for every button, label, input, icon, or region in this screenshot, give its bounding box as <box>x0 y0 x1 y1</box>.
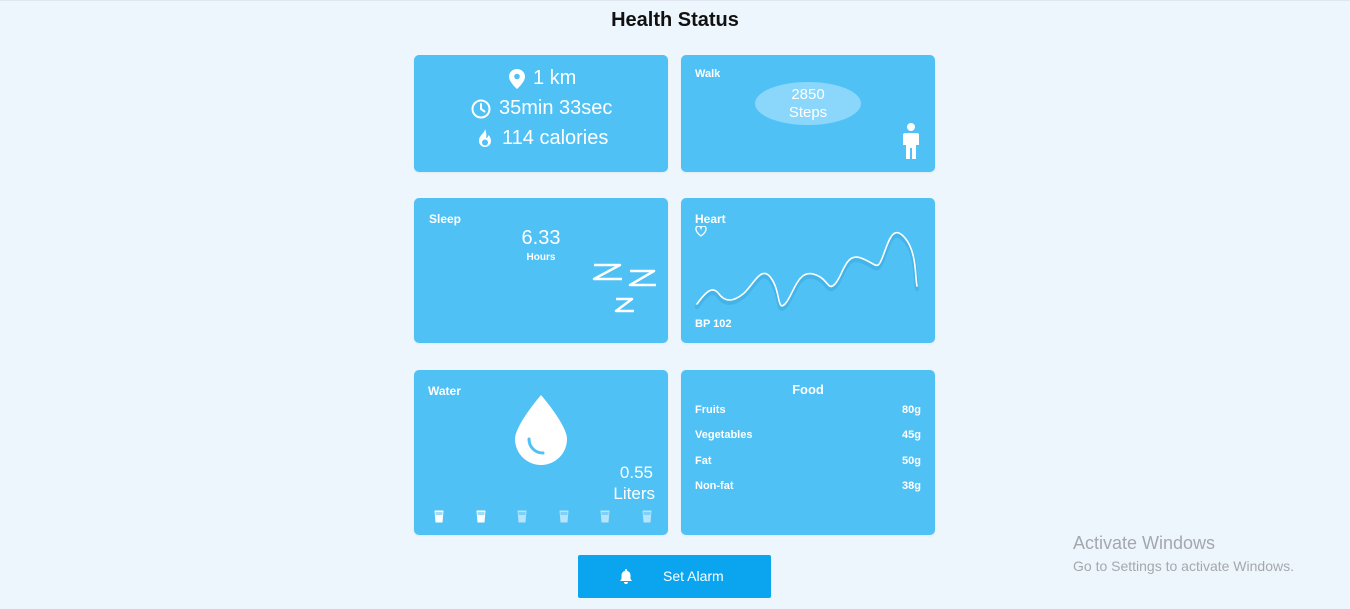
food-title: Food <box>792 382 824 397</box>
calories-row: 114 calories <box>476 127 608 150</box>
set-alarm-button[interactable]: Set Alarm <box>578 555 771 598</box>
water-label: Water <box>428 384 461 398</box>
sleep-value: 6.33 <box>521 227 561 249</box>
steps-unit: Steps <box>788 103 828 121</box>
bp-value: BP 102 <box>695 318 732 330</box>
glass-icon <box>517 510 527 523</box>
food-row: Non-fat 38g <box>695 480 921 492</box>
food-name: Vegetables <box>695 429 753 441</box>
walk-label: Walk <box>695 68 721 80</box>
calories-value: 114 calories <box>502 127 609 149</box>
water-unit: Liters <box>613 484 655 503</box>
food-card: Food Fruits 80g Vegetables 45g Fat 50g N… <box>681 370 935 535</box>
food-row: Vegetables 45g <box>695 429 921 441</box>
food-amount: 38g <box>902 480 921 492</box>
set-alarm-label: Set Alarm <box>663 568 724 584</box>
water-card: Water 0.55 Liters <box>414 370 668 535</box>
food-name: Non-fat <box>695 480 734 492</box>
page-title: Health Status <box>611 9 739 31</box>
distance-value: 1 km <box>533 67 577 89</box>
food-amount: 50g <box>902 455 921 467</box>
food-row: Fat 50g <box>695 455 921 467</box>
duration-row: 35min 33sec <box>471 97 612 120</box>
glass-icon <box>434 510 444 523</box>
sleep-zzz-icon <box>592 263 656 313</box>
walk-card: Walk 2850 Steps <box>681 55 935 172</box>
person-icon <box>903 123 919 159</box>
steps-value: 2850 <box>791 85 825 103</box>
glass-icon <box>476 510 485 523</box>
glass-icon <box>642 510 651 523</box>
water-glasses <box>414 510 668 524</box>
food-row: Fruits 80g <box>695 404 921 416</box>
sleep-label: Sleep <box>429 212 462 226</box>
food-amount: 45g <box>902 429 921 441</box>
food-name: Fruits <box>695 404 726 416</box>
duration-value: 35min 33sec <box>499 97 613 119</box>
food-amount: 80g <box>902 404 921 416</box>
activate-windows-title: Activate Windows <box>1073 533 1216 553</box>
food-name: Fat <box>695 455 712 467</box>
glass-icon <box>559 510 568 523</box>
distance-row: 1 km <box>509 67 576 90</box>
water-value: 0.55 <box>619 463 653 482</box>
bell-icon <box>620 569 632 584</box>
activity-card: 1 km 35min 33sec 114 calories <box>414 55 668 172</box>
heart-card: Heart BP 102 <box>681 198 935 343</box>
glass-icon <box>600 510 610 523</box>
activate-windows-subtitle: Go to Settings to activate Windows. <box>1073 558 1294 574</box>
sleep-card: Sleep 6.33 Hours <box>414 198 668 343</box>
water-drop-icon <box>515 395 567 465</box>
flame-icon <box>479 128 491 147</box>
clock-icon <box>471 99 491 118</box>
location-pin-icon <box>509 68 525 89</box>
steps-badge: 2850 Steps <box>755 82 861 125</box>
